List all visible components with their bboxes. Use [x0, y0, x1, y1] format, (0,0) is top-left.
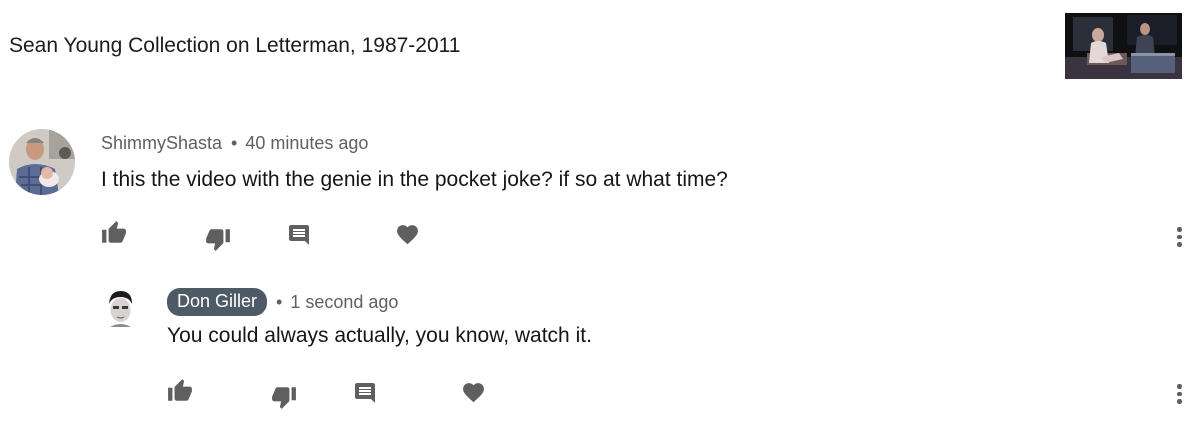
video-title[interactable]: Sean Young Collection on Letterman, 1987… [9, 34, 460, 58]
video-thumbnail[interactable] [1065, 13, 1182, 79]
comment-timestamp: 1 second ago [290, 291, 399, 312]
comment-meta: ShimmyShasta • 40 minutes ago [101, 133, 368, 154]
comment-thread-item: ShimmyShasta • 40 minutes ago I this the… [0, 122, 1200, 262]
user-avatar[interactable] [105, 288, 136, 327]
more-vert-icon[interactable] [1170, 379, 1188, 409]
comment-meta: Don Giller • 1 second ago [167, 288, 398, 316]
thumbs-down-icon[interactable] [271, 384, 301, 414]
heart-icon[interactable] [461, 380, 491, 410]
meta-separator: • [276, 291, 283, 312]
comment-text: You could always actually, you know, wat… [167, 324, 592, 347]
thumbs-down-icon[interactable] [205, 226, 235, 256]
thumbs-up-icon[interactable] [101, 220, 131, 250]
video-header: Sean Young Collection on Letterman, 1987… [0, 0, 1200, 95]
meta-separator: • [231, 133, 238, 153]
user-avatar[interactable] [9, 129, 75, 195]
comment-icon[interactable] [287, 223, 317, 253]
comment-author[interactable]: ShimmyShasta [101, 133, 222, 154]
heart-icon[interactable] [395, 222, 425, 252]
comment-timestamp: 40 minutes ago [245, 133, 369, 153]
comment-author-badge[interactable]: Don Giller [167, 288, 268, 316]
thumbs-up-icon[interactable] [167, 378, 197, 408]
comment-icon[interactable] [353, 381, 383, 411]
comment-reply-item: Don Giller • 1 second ago You could alwa… [0, 282, 1200, 412]
more-vert-icon[interactable] [1170, 222, 1188, 252]
comment-text: I this the video with the genie in the p… [101, 168, 728, 191]
